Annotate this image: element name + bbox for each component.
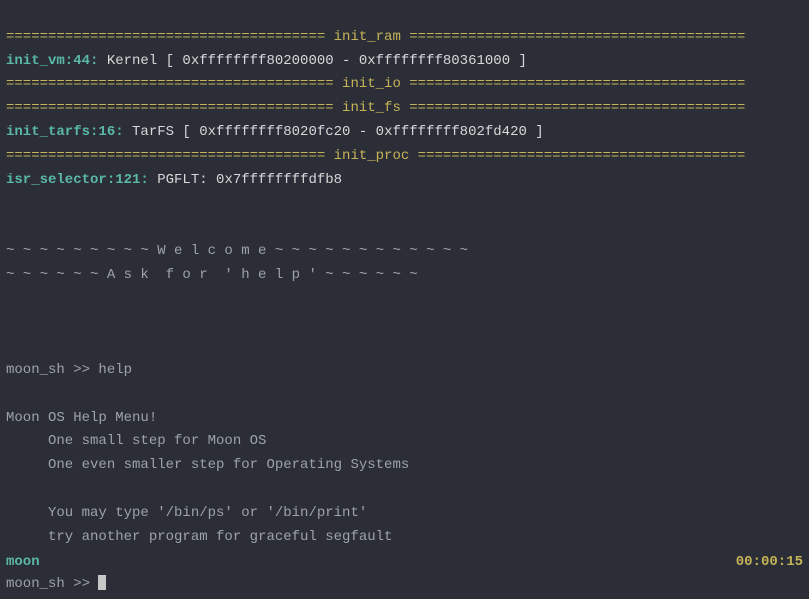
help-line1: One small step for Moon OS — [6, 433, 266, 449]
log-init-tarfs-prefix: init_tarfs:16: — [6, 124, 124, 140]
divider-init-ram: ====================================== i… — [6, 29, 745, 45]
log-init-vm-prefix: init_vm:44: — [6, 53, 98, 69]
status-clock: 00:00:15 — [736, 551, 803, 575]
divider-init-io: ======================================= … — [6, 76, 745, 92]
status-name: moon — [6, 551, 40, 575]
welcome-line2: ~ ~ ~ ~ ~ ~ A s k f o r ' h e l p ' ~ ~ … — [6, 267, 418, 283]
help-line3: You may type '/bin/ps' or '/bin/print' — [6, 505, 367, 521]
help-title: Moon OS Help Menu! — [6, 410, 157, 426]
divider-init-fs: ======================================= … — [6, 100, 745, 116]
shell-prompt-1: moon_sh >> — [6, 362, 98, 378]
status-bar: moon 00:00:15 — [0, 551, 809, 577]
cursor[interactable] — [98, 575, 106, 590]
log-isr-text: PGFLT: 0x7ffffffffdfb8 — [149, 172, 342, 188]
log-init-vm-text: Kernel [ 0xffffffff80200000 - 0xffffffff… — [98, 53, 526, 69]
shell-cmd-1: help — [98, 362, 132, 378]
welcome-line1: ~ ~ ~ ~ ~ ~ ~ ~ ~ W e l c o m e ~ ~ ~ ~ … — [6, 243, 468, 259]
terminal-output[interactable]: ====================================== i… — [0, 0, 809, 599]
help-line2: One even smaller step for Operating Syst… — [6, 457, 409, 473]
log-isr-prefix: isr_selector:121: — [6, 172, 149, 188]
help-line4: try another program for graceful segfaul… — [6, 529, 392, 545]
shell-prompt-2: moon_sh >> — [6, 576, 98, 592]
log-init-tarfs-text: TarFS [ 0xffffffff8020fc20 - 0xffffffff8… — [124, 124, 544, 140]
divider-init-proc: ====================================== i… — [6, 148, 745, 164]
